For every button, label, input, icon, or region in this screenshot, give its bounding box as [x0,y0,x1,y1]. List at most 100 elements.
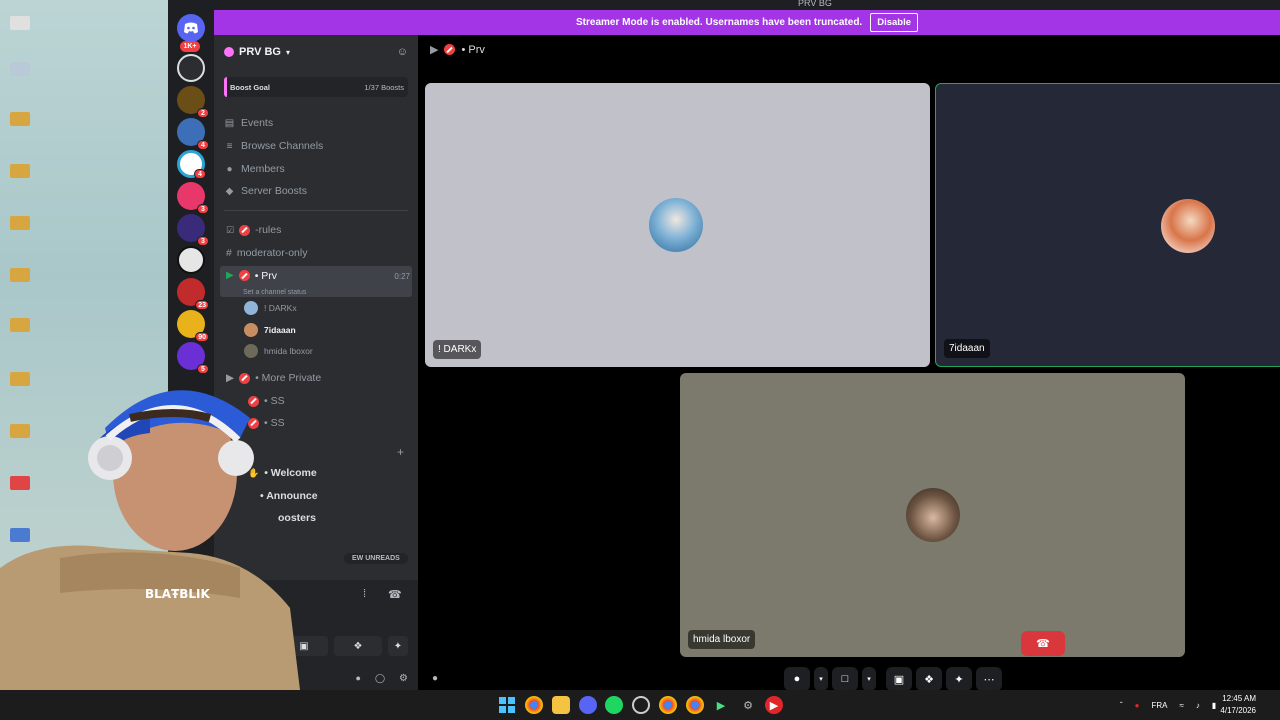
calendar-icon: ▤ [224,117,235,129]
streamer-mode-message: Streamer Mode is enabled. Usernames have… [575,17,863,28]
rocket-icon: ✦ [954,673,964,686]
disconnect-call-button[interactable]: ☎ [1021,631,1065,656]
add-member-icon[interactable]: ☺ [397,46,408,58]
recycle-bin-icon[interactable] [10,62,30,76]
chevron-down-icon: ▾ [867,676,871,683]
screen-share-icon: ▣ [299,640,309,652]
nav-events[interactable]: ▤ Events [224,113,273,133]
battery-icon[interactable]: ▮ [1212,701,1216,710]
notification-badge: 3 [197,236,209,246]
disconnect-icon[interactable]: ☎ [388,588,402,601]
headphones-icon[interactable]: ◯ [375,673,385,684]
media-player-icon[interactable]: ▶ [765,696,783,714]
more-icon: ⋯ [983,673,995,686]
play-icon[interactable]: ▶ [712,696,730,714]
add-channel-icon[interactable]: + [397,445,404,459]
boost-goal-bar[interactable]: Boost Goal 1/37 Boosts [224,77,408,97]
disable-streamer-mode-button[interactable]: Disable [870,13,918,32]
channel-status-input[interactable]: Set a channel status [243,289,306,296]
nav-browse-channels[interactable]: ≡ Browse Channels [224,136,324,156]
spotify-icon[interactable] [605,696,623,714]
participant-tile[interactable]: ! DARKx [425,83,930,367]
discord-taskbar-icon[interactable] [579,696,597,714]
notification-badge: 4 [194,169,206,179]
server-icon[interactable]: 3 [177,214,209,246]
channel-name: • Prv [254,270,278,282]
volume-icon[interactable]: ♪ [1196,701,1200,710]
voice-user[interactable]: 7idaaan [244,321,296,339]
folder-icon[interactable] [10,318,30,332]
channel-moderator-only[interactable]: # moderator-only [220,243,412,263]
folder-icon[interactable] [10,16,30,30]
participant-tile[interactable]: hmida lboxor [680,373,1185,657]
wifi-icon[interactable]: ≈ [1180,701,1184,710]
camera-options-button[interactable]: ▾ [862,667,876,691]
activities-icon: ❖ [353,640,363,652]
home-button[interactable] [177,14,205,42]
folder-icon[interactable] [10,164,30,178]
more-options-button[interactable]: ⋯ [976,667,1002,691]
channel-rules[interactable]: ☑ -rules [220,220,412,240]
server-icon[interactable]: 90 [177,310,209,342]
new-unreads-pill[interactable]: EW UNREADS [344,553,408,564]
avatar [649,198,703,252]
soundboard-button[interactable]: ✦ [946,667,972,691]
activities-button[interactable]: ❖ [334,636,382,656]
app-icon[interactable] [632,696,650,714]
channel-name: -rules [255,224,282,236]
server-icon[interactable]: 4 [177,118,209,150]
voice-channel-title: • Prv [461,43,485,56]
notification-badge: 23 [195,300,209,310]
chrome-icon[interactable] [659,696,677,714]
server-icon[interactable]: 4 [177,150,206,179]
server-icon[interactable]: 3 [177,182,209,214]
mute-button[interactable]: ● [784,667,810,691]
soundboard-icon[interactable]: ⁞ [363,588,366,600]
share-screen-button[interactable]: ▣ [886,667,912,691]
title-bar: PRV BG [168,0,1280,10]
voice-user[interactable]: ! DARKx [244,299,297,317]
nav-members[interactable]: ● Members [224,159,284,179]
soundboard-button[interactable]: ✦ [388,636,408,656]
folder-icon[interactable] [10,216,30,230]
language-indicator[interactable]: FRA [1152,701,1168,710]
microphone-icon[interactable]: ● [356,673,361,683]
folder-icon[interactable] [10,268,30,282]
activities-button[interactable]: ❖ [916,667,942,691]
server-header[interactable]: PRV BG ▾ ☺ [214,35,418,69]
server-icon[interactable] [177,246,205,274]
speaker-icon: ▶ [226,270,234,281]
server-icon[interactable]: 2 [177,86,209,118]
server-icon-small [224,47,234,57]
server-icon[interactable] [177,54,205,82]
participant-name: ! DARKx [433,340,482,359]
chrome-icon[interactable] [525,696,543,714]
participant-name: hmida lboxor [688,630,756,649]
channel-name: moderator-only [236,247,308,259]
nav-server-boosts[interactable]: ◆ Server Boosts [224,181,307,201]
screen-share-icon: ▣ [893,673,905,686]
server-icon[interactable]: 23 [177,278,209,310]
settings-icon[interactable]: ⚙ [739,696,757,714]
nav-browse-channels-label: Browse Channels [241,140,324,152]
members-icon[interactable]: ● [432,673,438,684]
microphone-icon[interactable]: ● [1135,701,1140,710]
voice-user-name: hmida lboxor [264,346,313,356]
chrome-icon[interactable] [686,696,704,714]
file-explorer-icon[interactable] [552,696,570,714]
start-button[interactable] [498,696,516,714]
chevron-up-icon[interactable]: ˆ [1120,701,1123,710]
window-title: PRV BG [798,0,832,8]
avatar [906,488,960,542]
microphone-icon: ● [793,673,801,685]
camera-button[interactable]: □ [832,667,858,691]
settings-icon[interactable]: ⚙ [399,673,408,684]
mic-options-button[interactable]: ▾ [814,667,828,691]
hashtag-icon: # [226,247,232,259]
clock[interactable]: 12:45 AM 4/17/2026 [1220,693,1256,717]
participant-tile-speaking[interactable]: 7idaaan [935,83,1280,367]
phone-hangup-icon: ☎ [1036,638,1050,650]
folder-icon[interactable] [10,112,30,126]
list-icon: ≡ [226,140,233,152]
avatar [244,344,258,358]
